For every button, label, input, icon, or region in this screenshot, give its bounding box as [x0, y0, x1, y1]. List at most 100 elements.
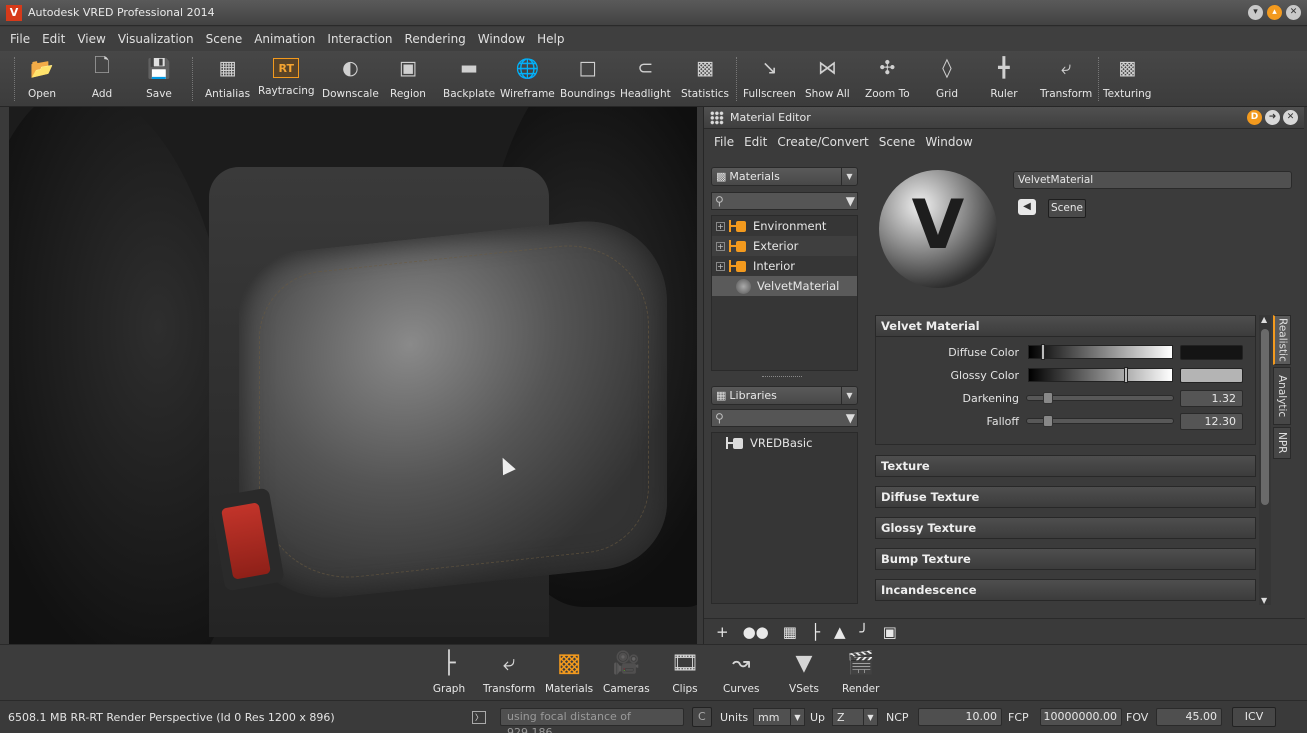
transform-button[interactable]: ⤶ Transform [1040, 55, 1092, 105]
splitter-handle[interactable] [762, 376, 802, 377]
maximize-icon[interactable]: ▴ [1267, 5, 1282, 20]
wireframe-button[interactable]: 🌐 Wireframe [500, 55, 555, 105]
section-glossy-texture[interactable]: Glossy Texture [875, 517, 1256, 539]
ncp-field[interactable]: 10.00 [918, 708, 1002, 726]
fov-field[interactable]: 45.00 [1156, 708, 1222, 726]
expand-icon[interactable]: + [716, 221, 725, 231]
close-icon[interactable]: ✕ [1286, 5, 1301, 20]
menu-scene[interactable]: Scene [206, 32, 243, 46]
scroll-up-icon[interactable]: ▲ [1261, 315, 1267, 324]
glossy-color-gradient[interactable] [1028, 367, 1173, 383]
menu-window[interactable]: Window [478, 32, 525, 46]
render-viewport[interactable] [9, 107, 697, 644]
me-menu-file[interactable]: File [714, 135, 734, 149]
section-incandescence[interactable]: Incandescence [875, 579, 1256, 601]
apply-icon[interactable]: ╯ [860, 623, 869, 641]
select-nodes-icon[interactable]: ├ [811, 623, 820, 641]
materials-combo[interactable]: ▩ Materials ▼ [711, 167, 858, 186]
up-axis-select[interactable]: Z ▼ [832, 708, 878, 726]
expand-icon[interactable]: + [716, 261, 725, 271]
filter-icon[interactable]: ▼ [846, 194, 855, 208]
zoom-to-button[interactable]: ✣ Zoom To [865, 55, 910, 105]
diffuse-color-gradient[interactable] [1028, 344, 1173, 360]
menu-animation[interactable]: Animation [254, 32, 315, 46]
panel-close-icon[interactable]: ✕ [1283, 110, 1298, 125]
units-select[interactable]: mm ▼ [753, 708, 805, 726]
dock-vsets[interactable]: ▼ VSets [787, 647, 821, 699]
dock-render[interactable]: 🎬 Render [842, 647, 879, 699]
tree-item-environment[interactable]: + Environment [712, 216, 857, 236]
tree-item-interior[interactable]: + Interior [712, 256, 857, 276]
terminal-icon[interactable]: 〉 [472, 707, 486, 727]
fullscreen-button[interactable]: ↘ Fullscreen [743, 55, 796, 105]
diffuse-color-swatch[interactable] [1180, 344, 1243, 360]
menu-rendering[interactable]: Rendering [405, 32, 466, 46]
antialias-button[interactable]: ▦ Antialias [205, 55, 250, 105]
dock-graph[interactable]: ├ Graph [432, 647, 466, 699]
libraries-search-input[interactable]: ⚲ ▼ [711, 409, 858, 427]
minimize-icon[interactable]: ▾ [1248, 5, 1263, 20]
glossy-color-swatch[interactable] [1180, 367, 1243, 383]
tag-icon[interactable]: ◀ [1018, 199, 1036, 215]
delete-trash-icon[interactable]: ▣ [883, 623, 897, 641]
me-menu-edit[interactable]: Edit [744, 135, 767, 149]
dock-clips[interactable]: 🎞 Clips [668, 647, 702, 699]
show-all-button[interactable]: ⋈ Show All [805, 55, 850, 105]
texturing-button[interactable]: ▩ Texturing [1103, 55, 1151, 105]
material-name-field[interactable]: VelvetMaterial [1013, 171, 1292, 189]
properties-scrollbar[interactable]: ▲ ▼ [1259, 315, 1271, 605]
fcp-field[interactable]: 10000000.00 [1040, 708, 1122, 726]
tree-item-velvetmaterial[interactable]: VelvetMaterial [712, 276, 857, 296]
dock-transform[interactable]: ⤶ Transform [483, 647, 535, 699]
boundings-button[interactable]: □ Boundings [560, 55, 615, 105]
materials-search-input[interactable]: ⚲ ▼ [711, 192, 858, 210]
pick-material-icon[interactable]: ▲ [834, 623, 846, 641]
section-diffuse-texture[interactable]: Diffuse Texture [875, 486, 1256, 508]
gradient-knob[interactable] [1124, 367, 1128, 383]
tree-item-exterior[interactable]: + Exterior [712, 236, 857, 256]
save-button[interactable]: 💾 Save [145, 55, 173, 105]
grid-button[interactable]: ◊ Grid [933, 55, 961, 105]
menu-file[interactable]: File [10, 32, 30, 46]
statistics-button[interactable]: ▩ Statistics [681, 55, 729, 105]
tab-realistic[interactable]: Realistic [1273, 315, 1291, 365]
headlight-button[interactable]: ⊂ Headlight [620, 55, 671, 105]
libraries-combo[interactable]: ▦ Libraries ▼ [711, 386, 858, 405]
downscale-button[interactable]: ◐ Downscale [322, 55, 379, 105]
add-button[interactable]: 🗋 Add [88, 55, 116, 105]
c-button[interactable]: C [692, 707, 712, 727]
backplate-button[interactable]: ▬ Backplate [443, 55, 495, 105]
section-velvet-material[interactable]: Velvet Material [875, 315, 1256, 337]
dock-materials[interactable]: ▩ Materials [545, 647, 593, 699]
section-bump-texture[interactable]: Bump Texture [875, 548, 1256, 570]
me-menu-window[interactable]: Window [925, 135, 972, 149]
add-material-icon[interactable]: + [716, 623, 729, 641]
tab-analytic[interactable]: Analytic [1273, 367, 1291, 425]
tab-npr[interactable]: NPR [1273, 427, 1291, 459]
dock-toggle-icon[interactable]: D [1247, 110, 1262, 125]
undock-arrow-icon[interactable]: ➜ [1265, 110, 1280, 125]
darkening-value[interactable]: 1.32 [1180, 389, 1243, 407]
icv-button[interactable]: ICV [1232, 707, 1276, 727]
scene-button[interactable]: Scene [1048, 199, 1086, 218]
menu-view[interactable]: View [77, 32, 105, 46]
me-menu-scene[interactable]: Scene [879, 135, 916, 149]
menu-help[interactable]: Help [537, 32, 564, 46]
raytracing-button[interactable]: RT Raytracing [258, 55, 315, 105]
open-button[interactable]: 📂 Open [28, 55, 56, 105]
gradient-knob[interactable] [1041, 344, 1045, 360]
filter-icon[interactable]: ▼ [846, 411, 855, 425]
menu-edit[interactable]: Edit [42, 32, 65, 46]
section-texture[interactable]: Texture [875, 455, 1256, 477]
scroll-thumb[interactable] [1261, 329, 1269, 505]
me-menu-create-convert[interactable]: Create/Convert [777, 135, 868, 149]
focal-distance-field[interactable]: using focal distance of 929.186... [500, 708, 684, 733]
dock-curves[interactable]: ↝ Curves [723, 647, 759, 699]
tree-item-vredbasic[interactable]: VREDBasic [712, 433, 857, 453]
scroll-down-icon[interactable]: ▼ [1261, 596, 1267, 605]
ruler-button[interactable]: ╋ Ruler [990, 55, 1018, 105]
assign-icon[interactable]: ▦ [783, 623, 797, 641]
darkening-slider-knob[interactable] [1043, 392, 1053, 404]
region-button[interactable]: ▣ Region [390, 55, 426, 105]
expand-icon[interactable]: + [716, 241, 725, 251]
